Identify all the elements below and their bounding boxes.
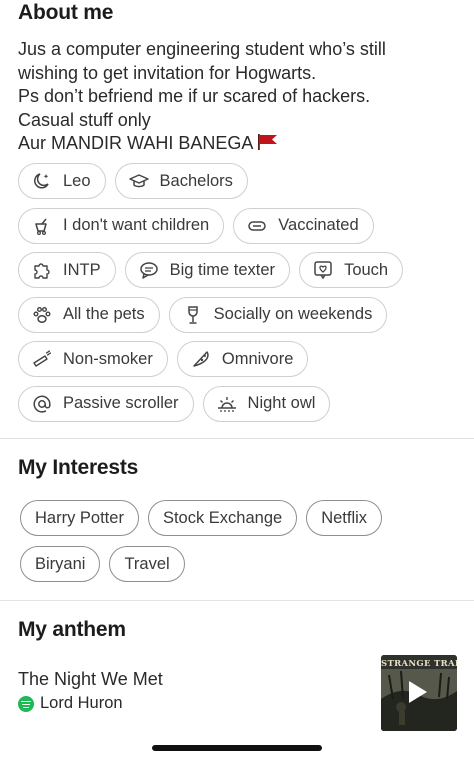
chip-label: INTP — [63, 260, 101, 279]
spotify-icon — [18, 695, 34, 712]
vaccine-icon — [246, 215, 268, 237]
sunset-icon — [216, 393, 238, 415]
bio-line: wishing to get invitation for Hogwarts. — [18, 62, 317, 83]
chip-education[interactable]: Bachelors — [114, 163, 248, 199]
chip-communication[interactable]: Big time texter — [124, 252, 291, 288]
no-children-icon — [31, 215, 53, 237]
chip-row: I don't want children Vaccinated — [18, 207, 468, 244]
chip-label: All the pets — [63, 305, 145, 323]
chip-sleep[interactable]: Night owl — [202, 385, 331, 422]
chip-row: All the pets Socially on weekends — [18, 296, 468, 333]
chip-label: Bachelors — [159, 171, 233, 190]
interest-pills: Harry Potter Stock Exchange Netflix Biry… — [20, 500, 460, 592]
play-icon — [409, 681, 427, 703]
chip-label: Passive scroller — [63, 394, 179, 412]
chip-love-style[interactable]: Touch — [299, 252, 404, 288]
chip-label: Non-smoker — [63, 349, 153, 368]
bio-text: Jus a computer engineering student who’s… — [18, 38, 458, 158]
chip-zodiac[interactable]: Leo — [18, 163, 106, 199]
chip-pets[interactable]: All the pets — [18, 296, 160, 333]
artist-row: Lord Huron — [18, 694, 123, 713]
chip-label: Night owl — [247, 394, 316, 412]
chip-label: Socially on weekends — [213, 305, 373, 323]
chip-label: I don't want children — [63, 216, 210, 234]
chip-row: Passive scroller Night owl — [18, 385, 468, 422]
chip-label: Big time texter — [169, 260, 276, 279]
puzzle-icon — [31, 259, 53, 281]
chip-diet[interactable]: Omnivore — [176, 341, 309, 377]
at-sign-icon — [31, 393, 53, 415]
pill-row: Harry Potter Stock Exchange Netflix — [20, 500, 460, 536]
chip-label: Vaccinated — [278, 216, 359, 234]
chip-row: Non-smoker Omnivore — [18, 341, 468, 377]
pill-row: Biryani Travel — [20, 546, 460, 582]
my-anthem-title: My anthem — [18, 618, 126, 641]
no-smoking-icon — [31, 348, 53, 370]
about-me-title: About me — [18, 1, 114, 24]
section-divider — [0, 600, 474, 601]
heart-message-icon — [312, 259, 334, 281]
chip-vaccination[interactable]: Vaccinated — [233, 207, 374, 244]
chip-personality[interactable]: INTP — [18, 252, 116, 288]
interest-pill[interactable]: Netflix — [306, 500, 383, 536]
bio-line: Casual stuff only — [18, 109, 151, 130]
moon-star-icon — [31, 170, 53, 192]
section-divider — [0, 438, 474, 439]
my-anthem-section: My anthem The Night We Met Lord Huron — [18, 618, 468, 712]
home-indicator[interactable] — [152, 745, 322, 751]
interest-pill[interactable]: Stock Exchange — [147, 500, 298, 536]
graduation-cap-icon — [128, 170, 150, 192]
chip-smoking[interactable]: Non-smoker — [18, 341, 168, 377]
artist-name: Lord Huron — [40, 694, 123, 712]
my-interests-title: My Interests — [18, 456, 139, 479]
interest-pill[interactable]: Harry Potter — [20, 500, 139, 536]
album-cover-play-button[interactable]: STRANGE TRAILS — [381, 655, 457, 731]
song-title[interactable]: The Night We Met — [18, 669, 163, 690]
glass-icon — [182, 304, 204, 326]
pizza-slice-icon — [190, 348, 212, 370]
red-flag-icon — [257, 133, 279, 158]
chip-row: Leo Bachelors — [18, 163, 468, 199]
interest-pill[interactable]: Biryani — [20, 546, 101, 582]
chip-label: Leo — [63, 171, 91, 190]
interest-pill[interactable]: Travel — [109, 546, 185, 582]
chip-label: Touch — [344, 260, 389, 279]
bio-line-text: Aur MANDIR WAHI BANEGA — [18, 133, 254, 153]
my-interests-section: My Interests Harry Potter Stock Exchange… — [18, 456, 468, 582]
chip-drinking[interactable]: Socially on weekends — [168, 296, 388, 333]
profile-details-chips: Leo Bachelors I don't want children Vacc… — [18, 163, 468, 430]
paw-icon — [31, 304, 53, 326]
chip-family-plans[interactable]: I don't want children — [18, 207, 225, 244]
bio-line: Ps don’t befriend me if ur scared of hac… — [18, 86, 371, 106]
chat-bubble-icon — [138, 259, 160, 281]
chip-label: Omnivore — [221, 349, 294, 368]
chip-row: INTP Big time texter Touch — [18, 252, 468, 288]
album-title: STRANGE TRAILS — [381, 659, 457, 669]
bio-line: Jus a computer engineering student who’s… — [18, 39, 386, 59]
chip-social-media[interactable]: Passive scroller — [18, 385, 194, 422]
bio-line: Aur MANDIR WAHI BANEGA — [18, 132, 458, 158]
